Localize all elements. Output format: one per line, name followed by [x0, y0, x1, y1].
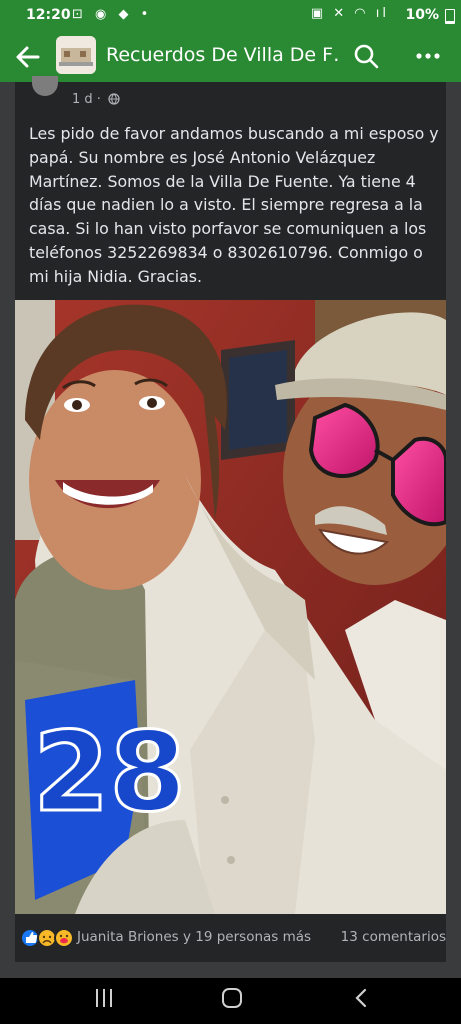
android-nav-bar	[0, 978, 461, 1024]
home-icon	[222, 988, 242, 1008]
like-icon	[20, 928, 40, 948]
status-bar: 12:20 ⊡ ◉ ◆ • ▣ ✕ ◠ ıl 10%	[0, 0, 461, 32]
reactions-bar: Juanita Briones y 19 personas más 13 com…	[15, 915, 446, 962]
search-icon	[354, 44, 379, 69]
globe-icon	[108, 93, 120, 105]
post-card: 1 d · Les pido de favor andamos buscando…	[15, 76, 446, 962]
feed[interactable]: 1 d · Les pido de favor andamos buscando…	[0, 76, 461, 978]
more-dots-icon	[416, 53, 440, 59]
recents-button[interactable]	[92, 987, 116, 1009]
reactions-summary[interactable]: Juanita Briones y 19 personas más	[77, 929, 311, 945]
battery-icon	[445, 9, 455, 24]
jersey-number: 28	[33, 708, 186, 836]
search-button[interactable]	[350, 40, 382, 72]
post-time[interactable]: 1 d ·	[72, 92, 101, 107]
notification-icons: ⊡ ◉ ◆ •	[72, 7, 153, 22]
reaction-icons[interactable]	[19, 927, 79, 949]
sad-icon	[37, 928, 57, 948]
more-options-button[interactable]	[412, 40, 444, 72]
battery-level: 10%	[405, 7, 439, 23]
recents-icon	[96, 989, 112, 1007]
status-time: 12:20	[26, 7, 71, 23]
care-icon	[54, 928, 74, 948]
system-status-icons: ▣ ✕ ◠ ıl	[310, 6, 389, 21]
back-arrow-icon	[16, 46, 40, 68]
comments-count[interactable]: 13 comentarios	[341, 929, 446, 945]
home-button[interactable]	[220, 986, 244, 1010]
author-avatar[interactable]	[32, 76, 58, 96]
post-meta: 1 d ·	[72, 92, 120, 107]
app-bar: Recuerdos De Villa De F…	[0, 32, 461, 82]
post-photo[interactable]: 28	[15, 300, 446, 914]
back-button[interactable]	[10, 40, 46, 74]
group-thumbnail[interactable]	[56, 36, 96, 74]
back-nav-button[interactable]	[350, 986, 374, 1010]
chevron-left-icon	[355, 988, 367, 1008]
post-text: Les pido de favor andamos buscando a mi …	[29, 124, 439, 286]
group-title[interactable]: Recuerdos De Villa De F…	[106, 44, 338, 66]
